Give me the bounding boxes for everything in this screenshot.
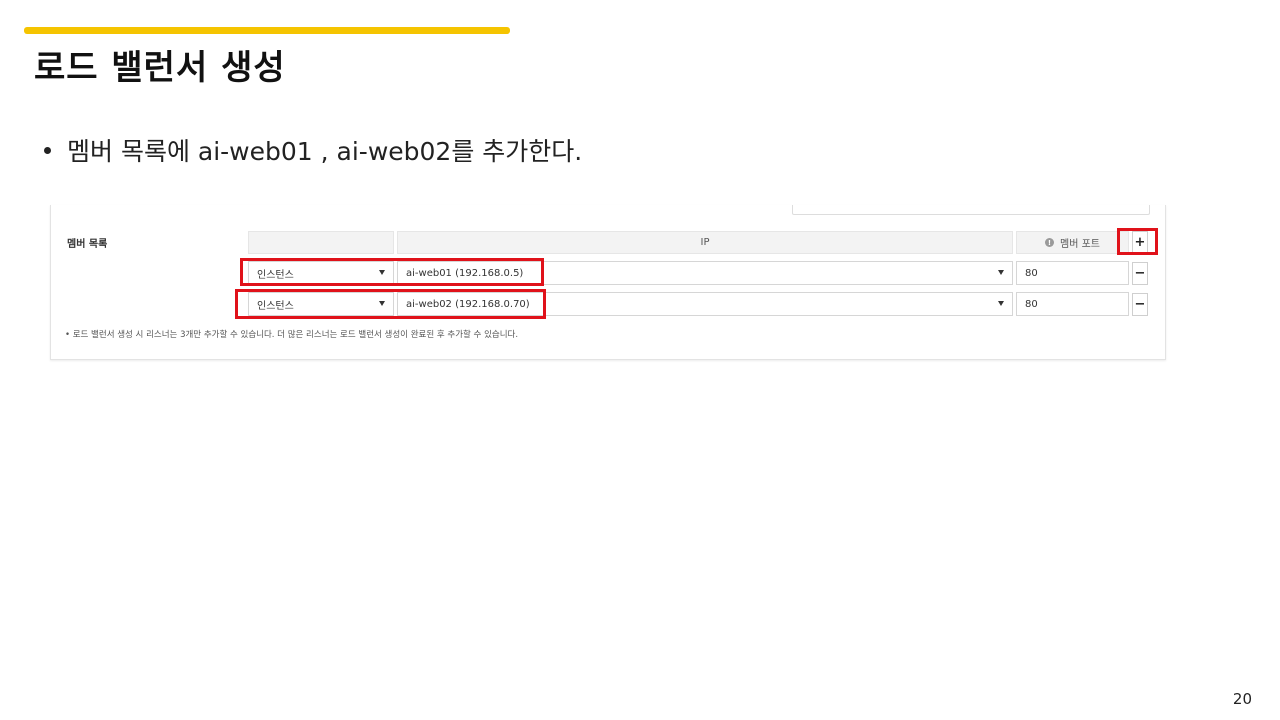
highlight-box-row1 — [240, 258, 544, 286]
slide-title: 로드 밸런서 생성 — [34, 48, 286, 88]
column-header-port-label: 멤버 포트 — [1060, 239, 1100, 250]
title-accent-bar — [24, 27, 510, 34]
highlight-box-row2 — [235, 289, 546, 319]
previous-input-field[interactable] — [792, 205, 1150, 215]
bullet-item: 멤버 목록에 ai-web01 , ai-web02를 추가한다. — [44, 132, 582, 168]
member-list-label: 멤버 목록 — [67, 239, 108, 250]
member-port-input[interactable]: 80 — [1016, 261, 1129, 285]
remove-member-button[interactable]: − — [1132, 262, 1148, 285]
column-header-ip: IP — [397, 231, 1013, 254]
highlight-box-add-button — [1117, 228, 1158, 255]
member-list-screenshot: 멤버 목록 IP ! 멤버 포트 + 인스턴스 ai-web01 (192.16… — [50, 205, 1166, 360]
member-port-value: 80 — [1025, 267, 1038, 279]
member-port-input[interactable]: 80 — [1016, 292, 1129, 316]
column-header-port: ! 멤버 포트 — [1016, 231, 1129, 254]
bullet-dot-icon — [44, 146, 51, 154]
caret-down-icon — [998, 270, 1004, 275]
remove-member-button[interactable]: − — [1132, 293, 1148, 316]
page-number: 20 — [1232, 690, 1252, 708]
bullet-text: 멤버 목록에 ai-web01 , ai-web02를 추가한다. — [67, 137, 583, 166]
member-port-value: 80 — [1025, 298, 1038, 310]
info-icon[interactable]: ! — [1045, 238, 1054, 247]
caret-down-icon — [998, 301, 1004, 306]
listener-note: • 로드 밸런서 생성 시 리스너는 3개만 추가할 수 있습니다. 더 많은 … — [65, 330, 519, 340]
column-header-type — [248, 231, 394, 254]
